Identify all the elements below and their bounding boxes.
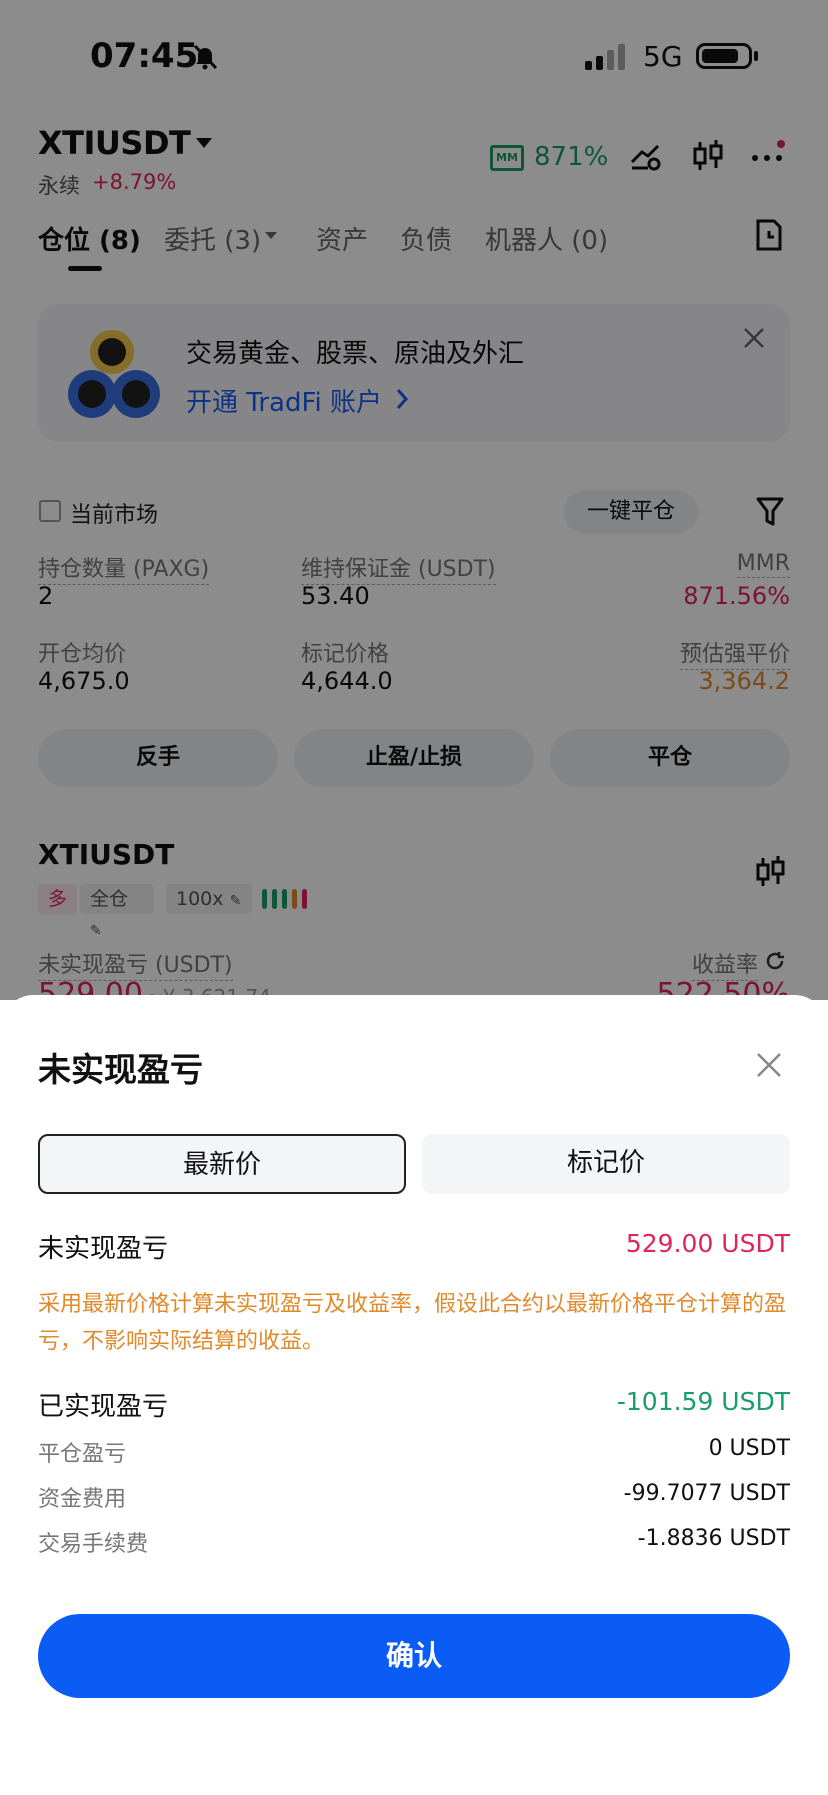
seg-latest-price[interactable]: 最新价 xyxy=(38,1134,406,1194)
funding-fee-label: 资金费用 xyxy=(38,1487,127,1512)
trading-fee-value: -1.8836 USDT xyxy=(637,1526,790,1551)
sheet-upnl-value: 529.00 USDT xyxy=(625,1229,790,1258)
realized-pnl-value: -101.59 USDT xyxy=(616,1387,790,1416)
confirm-button[interactable]: 确认 xyxy=(38,1614,790,1698)
realized-pnl-label: 已实现盈亏 xyxy=(38,1392,169,1422)
sheet-close-icon[interactable] xyxy=(756,1052,782,1078)
calc-note: 采用最新价格计算未实现盈亏及收益率，假设此合约以最新价格平仓计算的盈亏，不影响实… xyxy=(38,1292,787,1354)
sheet-upnl-label: 未实现盈亏 xyxy=(38,1234,169,1264)
sheet-title: 未实现盈亏 xyxy=(38,1050,203,1089)
close-pnl-label: 平仓盈亏 xyxy=(38,1442,127,1467)
funding-fee-value: -99.7077 USDT xyxy=(623,1481,790,1506)
modal-backdrop[interactable] xyxy=(0,0,828,1000)
seg-mark-price[interactable]: 标记价 xyxy=(422,1134,790,1194)
trading-fee-label: 交易手续费 xyxy=(38,1532,149,1557)
close-pnl-value: 0 USDT xyxy=(708,1436,790,1461)
